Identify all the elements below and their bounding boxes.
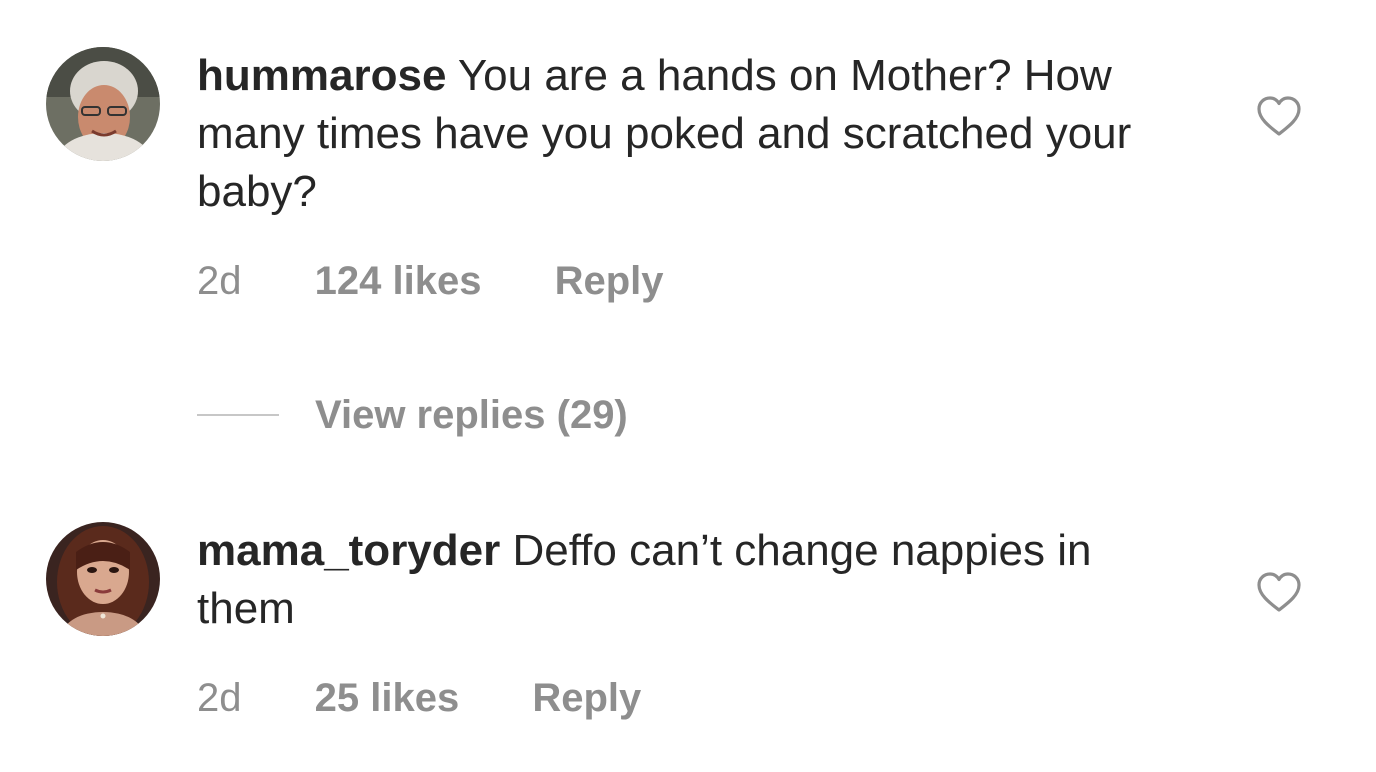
comment-likes-count[interactable]: 25 likes bbox=[315, 674, 460, 722]
comment-item: hummarose You are a hands on Mother? How… bbox=[0, 0, 1376, 330]
reply-button[interactable]: Reply bbox=[532, 674, 641, 722]
user-avatar-icon bbox=[46, 522, 160, 636]
comment-username[interactable]: hummarose bbox=[197, 51, 446, 100]
comment-timestamp: 2d bbox=[197, 676, 242, 720]
avatar[interactable] bbox=[46, 522, 160, 636]
like-button[interactable] bbox=[1256, 571, 1302, 613]
avatar[interactable] bbox=[46, 47, 160, 161]
view-replies-divider bbox=[197, 414, 279, 416]
comment-timestamp: 2d bbox=[197, 259, 242, 303]
heart-outline-icon bbox=[1257, 96, 1301, 136]
user-avatar-icon bbox=[46, 47, 160, 161]
comment-meta: 2d 25 likes Reply bbox=[197, 674, 641, 722]
comment-meta: 2d 124 likes Reply bbox=[197, 257, 664, 305]
comment-username[interactable]: mama_toryder bbox=[197, 526, 500, 575]
like-button[interactable] bbox=[1256, 95, 1302, 137]
comment-body: hummarose You are a hands on Mother? How… bbox=[197, 47, 1197, 221]
comment-item: mama_toryder Deffo can’t change nappies … bbox=[0, 500, 1376, 760]
comment-likes-count[interactable]: 124 likes bbox=[315, 257, 482, 305]
heart-outline-icon bbox=[1257, 572, 1301, 612]
comment-body: mama_toryder Deffo can’t change nappies … bbox=[197, 522, 1197, 638]
reply-button[interactable]: Reply bbox=[555, 257, 664, 305]
view-replies-label: View replies (29) bbox=[315, 393, 628, 437]
